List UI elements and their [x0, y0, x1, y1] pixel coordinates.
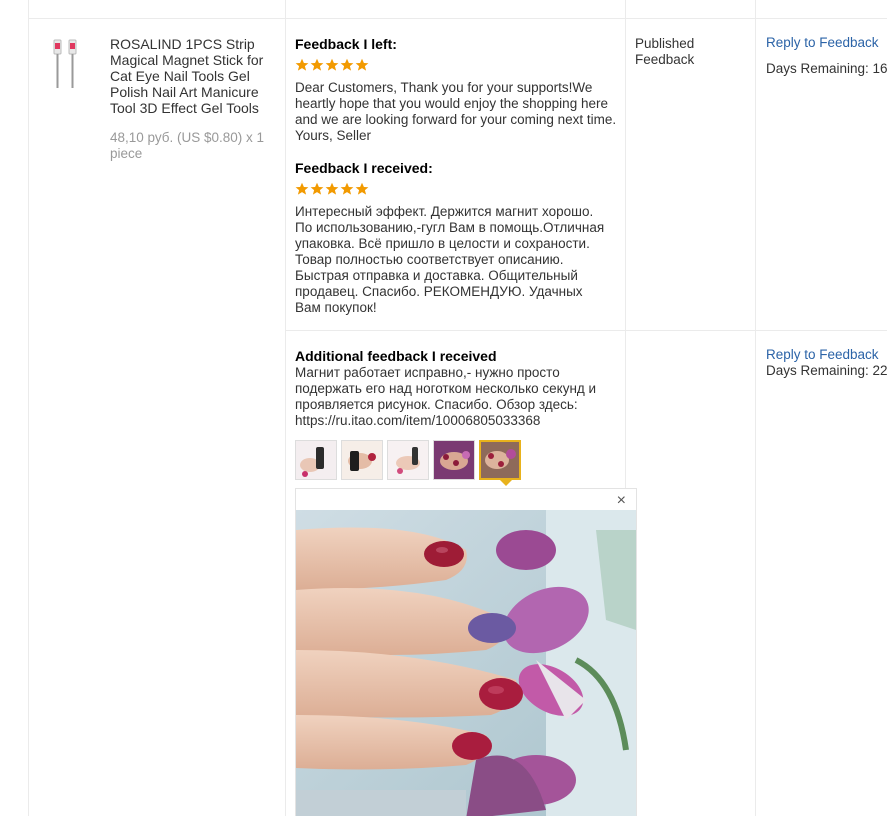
days-remaining: Days Remaining: 16 — [766, 61, 887, 76]
selected-thumbnail-indicator — [500, 480, 512, 486]
product-price: 48,10 руб. (US $0.80) x 1 piece — [110, 130, 265, 161]
column-divider — [755, 0, 756, 816]
star-icon — [295, 58, 309, 72]
row-divider — [28, 18, 887, 19]
review-photo-thumbnail[interactable] — [295, 440, 337, 480]
feedback-received-rating — [295, 182, 369, 196]
review-photo-thumbnails — [295, 440, 521, 480]
feedback-left-rating — [295, 58, 369, 72]
feedback-left-heading: Feedback I left: — [295, 36, 397, 52]
reply-to-feedback-link[interactable]: Reply to Feedback — [766, 347, 879, 362]
additional-feedback-text: Магнит работает исправно,- нужно просто … — [295, 365, 597, 428]
column-divider — [28, 0, 29, 816]
star-icon — [340, 182, 354, 195]
feedback-status: Published Feedback — [635, 36, 694, 68]
reply-to-feedback-link[interactable]: Reply to Feedback — [766, 35, 879, 50]
star-icon — [325, 58, 339, 71]
close-icon[interactable]: × — [617, 493, 626, 509]
product-title[interactable]: ROSALIND 1PCS Strip Magical Magnet Stick… — [110, 36, 274, 116]
photo-preview-panel: × — [295, 488, 637, 816]
review-photo-thumbnail-selected[interactable] — [479, 440, 521, 480]
star-icon — [340, 58, 354, 71]
feedback-received-text: Интересный эффект. Держится магнит хорош… — [295, 204, 605, 315]
review-photo-large[interactable] — [296, 510, 636, 816]
star-icon — [355, 182, 369, 195]
feedback-left-text: Dear Customers, Thank you for your suppo… — [295, 80, 617, 143]
star-icon — [325, 182, 339, 195]
review-photo-thumbnail[interactable] — [387, 440, 429, 480]
feedback-received-heading: Feedback I received: — [295, 160, 433, 176]
status-line-1: Published — [635, 36, 695, 51]
review-photo-thumbnail[interactable] — [433, 440, 475, 480]
product-image[interactable] — [44, 38, 88, 94]
review-photo-thumbnail[interactable] — [341, 440, 383, 480]
star-icon — [310, 182, 324, 195]
star-icon — [310, 58, 324, 71]
column-divider — [285, 0, 286, 816]
row-divider — [285, 330, 887, 331]
star-icon — [295, 182, 309, 195]
star-icon — [355, 58, 369, 71]
additional-feedback-heading: Additional feedback I received — [295, 348, 497, 364]
status-line-2: Feedback — [635, 52, 695, 67]
days-remaining: Days Remaining: 22 — [766, 363, 887, 378]
